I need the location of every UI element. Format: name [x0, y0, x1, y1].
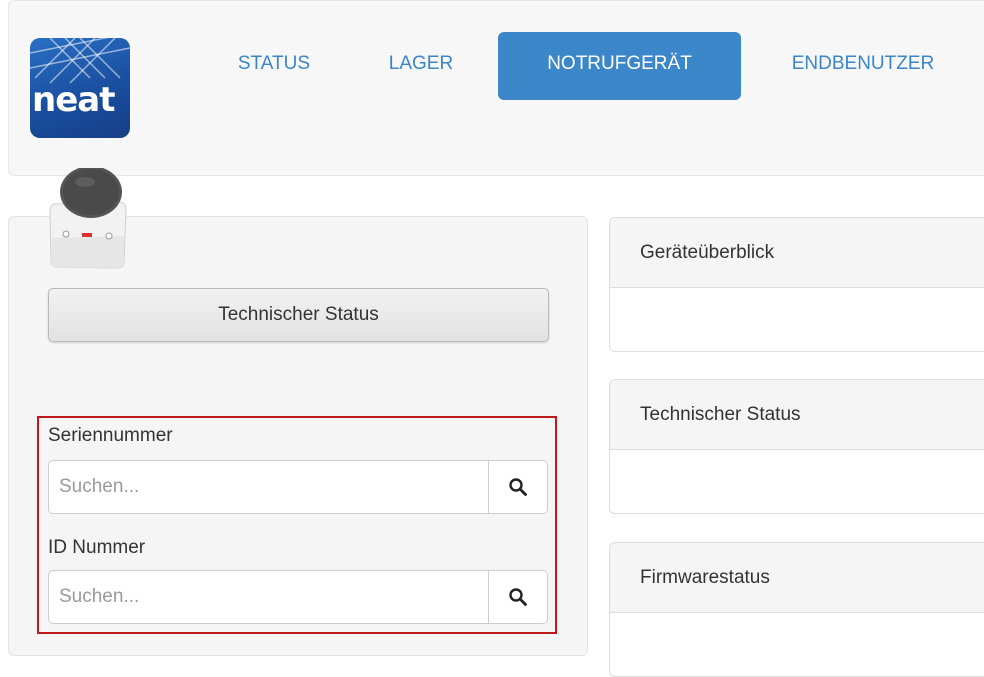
logo-text: neat [32, 80, 115, 120]
id-search-input[interactable] [49, 571, 489, 623]
nav-notrufgeraet-label: NOTRUFGERÄT [547, 53, 692, 74]
search-icon [509, 478, 527, 496]
emergency-device-image [49, 168, 127, 269]
firmware-status-title: Firmwarestatus [610, 543, 984, 613]
device-overview-title: Geräteüberblick [610, 218, 984, 288]
nav-endbenutzer[interactable]: ENDBENUTZER [758, 32, 968, 100]
serial-search-button[interactable] [488, 461, 547, 513]
technical-status-panel: Technischer Status [609, 379, 984, 514]
serial-number-label: Seriennummer [48, 425, 173, 446]
firmware-status-panel: Firmwarestatus [609, 542, 984, 677]
nav-status-label: STATUS [237, 53, 311, 74]
neat-logo[interactable]: neat [30, 38, 130, 138]
search-icon [509, 588, 527, 606]
nav-notrufgeraet[interactable]: NOTRUFGERÄT [498, 32, 741, 100]
device-overview-panel: Geräteüberblick [609, 217, 984, 352]
nav-lager-label: LAGER [388, 53, 454, 74]
id-number-label: ID Nummer [48, 537, 146, 558]
technical-status-button[interactable]: Technischer Status [48, 288, 549, 342]
nav-endbenutzer-label: ENDBENUTZER [791, 53, 935, 74]
serial-search-input[interactable] [49, 461, 489, 513]
nav-lager[interactable]: LAGER [366, 32, 476, 100]
technical-status-title: Technischer Status [610, 380, 984, 450]
id-search-button[interactable] [488, 571, 547, 623]
serial-search-group [48, 460, 548, 514]
nav-status[interactable]: STATUS [212, 32, 336, 100]
id-search-group [48, 570, 548, 624]
